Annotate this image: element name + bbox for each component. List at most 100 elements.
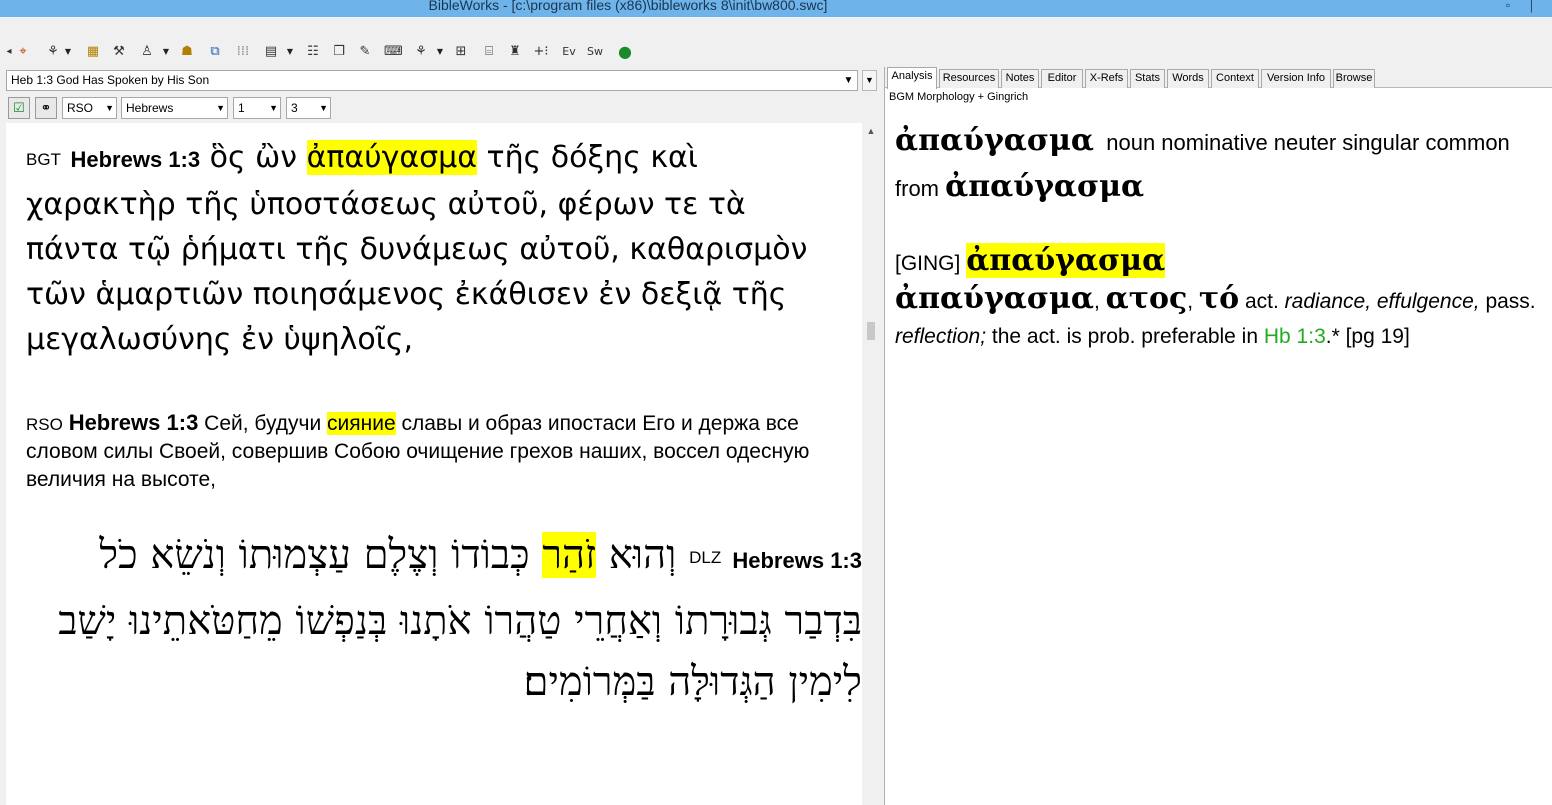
from-label: from <box>895 176 939 201</box>
windows-icon[interactable]: ⧉ <box>206 43 224 61</box>
tab-resources[interactable]: Resources <box>939 69 999 88</box>
notes-icon[interactable]: ✎ <box>356 43 374 61</box>
version-tag: BGT <box>26 150 61 169</box>
separator: , <box>1094 290 1106 313</box>
dots-icon[interactable]: ⁞⁞⁞ <box>234 43 252 61</box>
separator: , <box>1187 290 1199 313</box>
grid-icon[interactable]: ▤ <box>262 43 280 61</box>
verse-header: DLZ Hebrews 1:3 <box>689 525 862 591</box>
pass-meaning: reflection; <box>895 325 987 348</box>
version-combo[interactable]: RSO ▼ <box>62 97 117 119</box>
lexicon-icon[interactable]: ⌸ <box>480 43 498 61</box>
chapter-combo-value: 1 <box>238 101 245 115</box>
verse-rso[interactable]: RSO Hebrews 1:3 Сей, будучи сияние славы… <box>26 409 816 494</box>
globe-icon[interactable]: ● <box>616 43 634 61</box>
verse-text[interactable]: Сей, будучи <box>204 412 327 435</box>
lemma-link[interactable]: ἀπαύγασμα <box>945 169 1144 204</box>
parsing-text: noun nominative neuter singular common <box>1106 130 1510 155</box>
entry-genitive: ατος <box>1105 281 1188 316</box>
dropdown-icon[interactable]: ▼ <box>64 43 72 61</box>
maximize-icon[interactable]: │ <box>1524 0 1540 12</box>
crosshair-icon[interactable]: ⌖ <box>14 43 32 61</box>
person-icon[interactable]: ♙ <box>138 43 156 61</box>
tab-browse[interactable]: Browse <box>1333 69 1375 88</box>
scrollbar-thumb[interactable] <box>867 322 875 340</box>
plus-icon[interactable]: +⁝ <box>532 43 550 61</box>
pass-label: pass. <box>1479 290 1536 313</box>
browse-window[interactable]: BGT Hebrews 1:3 ὃς ὢν ἀπαύγασμα τῆς δόξη… <box>6 123 862 805</box>
chapter-combo[interactable]: 1 ▼ <box>233 97 281 119</box>
chevron-down-icon: ▼ <box>105 103 114 113</box>
morphology-entry: ἀπαύγασμα noun nominative neuter singula… <box>895 119 1545 211</box>
version-combo-value: RSO <box>67 101 94 115</box>
verse-text[interactable]: וְהוּא <box>596 532 677 578</box>
squares-icon[interactable]: ⊞ <box>452 43 470 61</box>
chevron-down-icon: ▼ <box>269 103 278 113</box>
verse-dlz[interactable]: DLZ Hebrews 1:3 וְהוּא זֹהַר כְּבוֹדוֹ ו… <box>20 525 862 713</box>
pane-dropdown[interactable]: ▼ <box>862 70 877 91</box>
tab-analysis[interactable]: Analysis <box>887 67 937 89</box>
analysis-pane: Analysis Resources Notes Editor X-Refs S… <box>884 67 1552 805</box>
title-bar: BibleWorks - [c:\program files (x86)\bib… <box>0 0 1552 17</box>
ev-button[interactable]: Ev <box>560 43 578 61</box>
highlighted-word[interactable]: זֹהַר <box>542 532 597 578</box>
parsed-word[interactable]: ἀπαύγασμα <box>895 123 1094 158</box>
chevron-down-icon[interactable]: ▼ <box>840 71 857 90</box>
verse-selector[interactable]: Heb 1:3 God Has Spoken by His Son ▼ <box>6 70 858 91</box>
highlighted-word[interactable]: ἀπαύγασμα <box>306 140 477 175</box>
version-tag: RSO <box>26 415 63 434</box>
version-tag: DLZ <box>689 548 722 567</box>
sw-button[interactable]: Sw <box>586 43 604 61</box>
entry-word: ἀπαύγασμα <box>895 281 1094 316</box>
lexicon-note: the act. is prob. preferable in <box>986 325 1264 348</box>
verse-reference[interactable]: Hebrews 1:3 <box>69 410 199 435</box>
link-icon[interactable]: ⚭ <box>35 97 57 119</box>
act-meaning: radiance, effulgence, <box>1284 290 1480 313</box>
book-combo-value: Hebrews <box>126 101 174 115</box>
window-title: BibleWorks - [c:\program files (x86)\bib… <box>428 0 828 13</box>
lexicon-note-end: .* [pg 19] <box>1325 325 1410 348</box>
lexicon-headword: ἀπαύγασμα <box>966 243 1166 278</box>
book-combo[interactable]: Hebrews ▼ <box>121 97 228 119</box>
copy-icon[interactable]: ❐ <box>330 43 348 61</box>
verse-combo[interactable]: 3 ▼ <box>286 97 331 119</box>
verse-combo-value: 3 <box>291 101 298 115</box>
analysis-source-label: BGM Morphology + Gingrich <box>889 91 1029 103</box>
tab-context[interactable]: Context <box>1211 69 1259 88</box>
minimize-icon[interactable]: ▫ <box>1500 0 1516 12</box>
tab-words[interactable]: Words <box>1167 69 1209 88</box>
tab-version-info[interactable]: Version Info <box>1261 69 1331 88</box>
chevron-down-icon: ▼ <box>216 103 225 113</box>
tree2-icon[interactable]: ⚘ <box>412 43 430 61</box>
scripture-ref-link[interactable]: Hb 1:3 <box>1264 325 1326 348</box>
lexicon-entry: [GING] ἀπαύγασμα ἀπαύγασμα, ατος, τό act… <box>895 243 1545 354</box>
tab-editor[interactable]: Editor <box>1041 69 1083 88</box>
left-pane: Heb 1:3 God Has Spoken by His Son ▼ ▼ ☑ … <box>0 67 880 805</box>
verse-reference[interactable]: Hebrews 1:3 <box>732 548 862 573</box>
tab-xrefs[interactable]: X-Refs <box>1085 69 1128 88</box>
keyboard-icon[interactable]: ⌨ <box>384 43 403 61</box>
check-icon[interactable]: ☑ <box>8 97 30 119</box>
verse-text[interactable]: ὃς ὢν <box>210 140 307 175</box>
entry-article: τό <box>1198 281 1240 316</box>
tree-icon[interactable]: ⚘ <box>44 43 62 61</box>
user-icon[interactable]: ♜ <box>506 43 524 61</box>
calendar-icon[interactable]: ▦ <box>84 43 102 61</box>
vertical-scrollbar[interactable]: ▲ <box>862 123 880 805</box>
list-icon[interactable]: ☷ <box>304 43 322 61</box>
tab-notes[interactable]: Notes <box>1001 69 1039 88</box>
main-toolbar: ◂ ⌖ ⚘ ▼ ▦ ⚒ ♙ ▼ ☗ ⧉ ⁞⁞⁞ ▤ ▼ ☷ ❐ ✎ ⌨ ⚘ ▼ … <box>0 40 1552 64</box>
lexicon-tag: [GING] <box>895 252 961 275</box>
dropdown-icon[interactable]: ▼ <box>286 43 294 61</box>
scroll-up-icon[interactable]: ▲ <box>862 123 880 139</box>
tools-icon[interactable]: ⚒ <box>110 43 128 61</box>
group-icon[interactable]: ☗ <box>178 43 196 61</box>
verse-bgt[interactable]: BGT Hebrews 1:3 ὃς ὢν ἀπαύγασμα τῆς δόξη… <box>26 135 836 362</box>
verse-reference[interactable]: Hebrews 1:3 <box>71 147 201 172</box>
verse-selector-value: Heb 1:3 God Has Spoken by His Son <box>11 73 210 87</box>
tab-stats[interactable]: Stats <box>1130 69 1165 88</box>
highlighted-word[interactable]: сияние <box>327 412 396 435</box>
analysis-tabs: Analysis Resources Notes Editor X-Refs S… <box>885 67 1552 89</box>
dropdown-icon[interactable]: ▼ <box>162 43 170 61</box>
dropdown-icon[interactable]: ▼ <box>436 43 444 61</box>
